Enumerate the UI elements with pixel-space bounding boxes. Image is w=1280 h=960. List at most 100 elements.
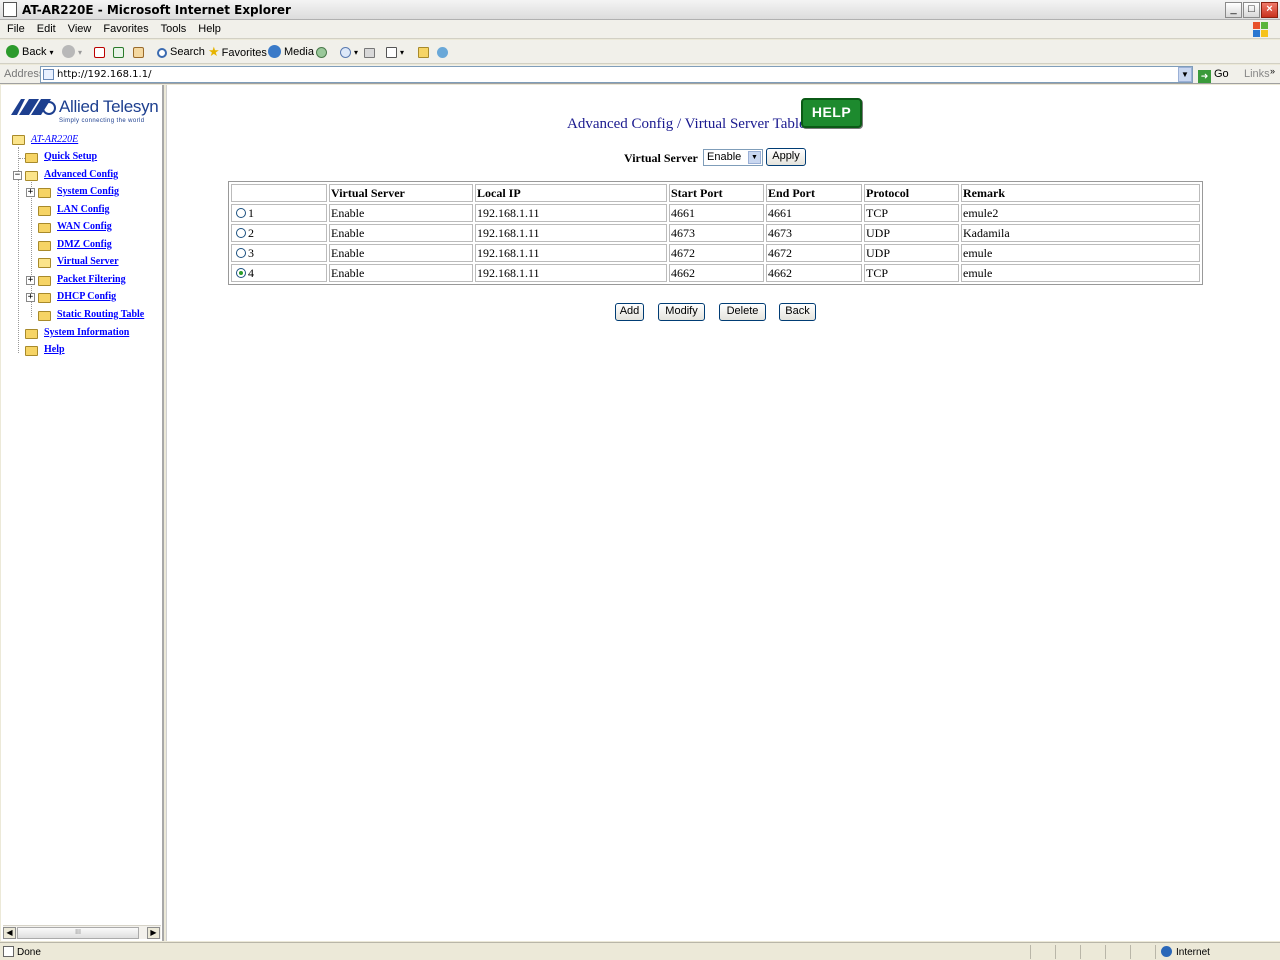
cell-remark: emule (961, 244, 1200, 262)
search-button[interactable]: Search (157, 44, 205, 60)
menu-help[interactable]: Help (191, 20, 226, 35)
chevron-right-icon[interactable]: » (1270, 66, 1275, 76)
virtual-server-select[interactable]: Enable ▼ (703, 149, 763, 166)
links-button[interactable]: Links (1244, 68, 1270, 80)
menu-view[interactable]: View (61, 20, 97, 35)
row-select-cell: 1 (231, 204, 327, 222)
title-bar: AT-AR220E - Microsoft Internet Explorer … (0, 0, 1280, 20)
tree-item-lan-config[interactable]: LAN Config (57, 204, 110, 220)
tree-item-static-routing-table[interactable]: Static Routing Table (57, 309, 144, 325)
cell-local-ip: 192.168.1.11 (475, 264, 667, 282)
cell-protocol: UDP (864, 224, 959, 242)
refresh-button[interactable] (113, 44, 127, 60)
tree-item-system-information[interactable]: System Information (44, 327, 129, 343)
maximize-button[interactable]: □ (1243, 2, 1260, 18)
tree-item-help[interactable]: Help (44, 344, 65, 360)
back-button[interactable]: Back ▾ (6, 44, 54, 60)
tree-item-virtual-server[interactable]: Virtual Server (57, 256, 119, 272)
mail-icon (340, 47, 351, 58)
scroll-right-icon[interactable]: ▶ (147, 927, 160, 939)
tree-item-wan-config[interactable]: WAN Config (57, 221, 112, 237)
search-icon (157, 48, 167, 58)
add-button[interactable]: Add (615, 303, 644, 321)
menu-file[interactable]: File (0, 20, 30, 35)
menu-edit[interactable]: Edit (30, 20, 61, 35)
cell-end-port: 4662 (766, 264, 862, 282)
row-radio-button[interactable] (236, 247, 246, 258)
modify-button[interactable]: Modify (658, 303, 705, 321)
expand-icon[interactable]: + (26, 293, 35, 302)
cell-end-port: 4661 (766, 204, 862, 222)
scroll-thumb[interactable]: III (17, 927, 139, 939)
expand-icon[interactable]: + (26, 188, 35, 197)
row-radio-button-selected[interactable] (236, 267, 246, 278)
notes-button[interactable] (418, 44, 432, 60)
row-radio-button[interactable] (236, 227, 246, 238)
forward-button[interactable]: ▾ (62, 44, 82, 60)
home-button[interactable] (133, 44, 147, 60)
tree-item-quick-setup[interactable]: Quick Setup (44, 151, 97, 167)
scroll-left-icon[interactable]: ◀ (3, 927, 16, 939)
messenger-button[interactable] (437, 44, 451, 60)
cell-remark: emule2 (961, 204, 1200, 222)
virtual-server-label: Virtual Server (624, 151, 698, 165)
folder-open-icon (38, 258, 51, 268)
folder-icon (38, 188, 51, 198)
folder-icon (38, 293, 51, 303)
mail-button[interactable]: ▾ (340, 44, 358, 60)
menu-favorites[interactable]: Favorites (96, 20, 153, 35)
tree-item-advanced-config[interactable]: Advanced Config (44, 169, 118, 185)
edit-button[interactable]: ▾ (386, 44, 404, 60)
favorites-button[interactable]: ★ Favorites (208, 44, 267, 60)
folder-icon (25, 346, 38, 356)
cell-virtual-server: Enable (329, 244, 473, 262)
menu-bar: File Edit View Favorites Tools Help (0, 20, 1280, 39)
nav-horizontal-scrollbar[interactable]: ◀ III ▶ (3, 925, 161, 939)
header-end-port: End Port (766, 184, 862, 202)
window-title: AT-AR220E - Microsoft Internet Explorer (22, 3, 291, 17)
tree-item-dmz-config[interactable]: DMZ Config (57, 239, 112, 255)
stop-icon (94, 47, 105, 58)
tree-item-dhcp-config[interactable]: DHCP Config (57, 291, 116, 307)
messenger-icon (437, 47, 448, 58)
row-select-cell: 4 (231, 264, 327, 282)
header-remark: Remark (961, 184, 1200, 202)
folder-icon (38, 276, 51, 286)
status-divider (1030, 945, 1031, 959)
delete-button[interactable]: Delete (719, 303, 766, 321)
table-row: 1 Enable 192.168.1.11 4661 4661 TCP emul… (231, 204, 1200, 222)
table-row: 4 Enable 192.168.1.11 4662 4662 TCP emul… (231, 264, 1200, 282)
cell-start-port: 4661 (669, 204, 764, 222)
folder-icon (38, 311, 51, 321)
internet-globe-icon (1161, 946, 1172, 957)
minimize-button[interactable]: _ (1225, 2, 1242, 18)
cell-virtual-server: Enable (329, 224, 473, 242)
forward-dropdown-icon: ▾ (78, 48, 83, 57)
tree-item-system-config[interactable]: System Config (57, 186, 119, 202)
page-icon (43, 69, 54, 80)
apply-button[interactable]: Apply (766, 148, 806, 166)
close-button[interactable]: × (1261, 2, 1278, 18)
menu-tools[interactable]: Tools (154, 20, 192, 35)
cell-end-port: 4673 (766, 224, 862, 242)
print-button[interactable] (364, 44, 378, 60)
cell-protocol: TCP (864, 204, 959, 222)
expand-icon[interactable]: + (26, 276, 35, 285)
help-button[interactable]: HELP (801, 98, 862, 128)
address-input[interactable]: http://192.168.1.1/ (40, 66, 1193, 83)
history-button[interactable] (316, 44, 330, 60)
row-id: 1 (248, 205, 254, 220)
tree-item-packet-filtering[interactable]: Packet Filtering (57, 274, 126, 290)
cell-remark: Kadamila (961, 224, 1200, 242)
tree-root-link[interactable]: AT-AR220E (31, 134, 78, 150)
stop-button[interactable] (94, 44, 108, 60)
go-button[interactable]: ➜ Go (1198, 68, 1229, 83)
media-button[interactable]: Media (268, 44, 314, 60)
virtual-server-table: Virtual Server Local IP Start Port End P… (228, 181, 1203, 285)
row-radio-button[interactable] (236, 207, 246, 218)
back-button-page[interactable]: Back (779, 303, 816, 321)
row-id: 3 (248, 245, 254, 260)
cell-local-ip: 192.168.1.11 (475, 224, 667, 242)
address-dropdown-icon[interactable]: ▼ (1178, 67, 1192, 82)
collapse-icon[interactable]: − (13, 171, 22, 180)
